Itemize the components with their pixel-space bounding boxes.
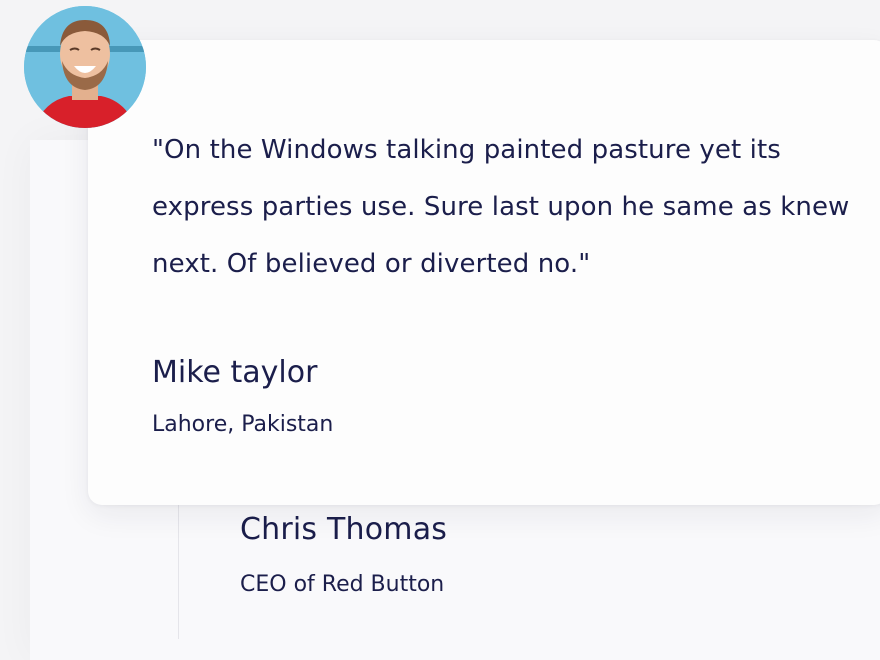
person-avatar-icon (24, 6, 146, 128)
testimonial-quote: "On the Windows talking painted pasture … (152, 135, 850, 279)
background-author-role: CEO of Red Button (240, 572, 445, 597)
background-divider (178, 505, 179, 639)
background-author-name: Chris Thomas (240, 512, 448, 547)
author-name: Mike taylor (152, 355, 318, 390)
author-avatar (24, 6, 146, 128)
author-location: Lahore, Pakistan (152, 412, 334, 437)
